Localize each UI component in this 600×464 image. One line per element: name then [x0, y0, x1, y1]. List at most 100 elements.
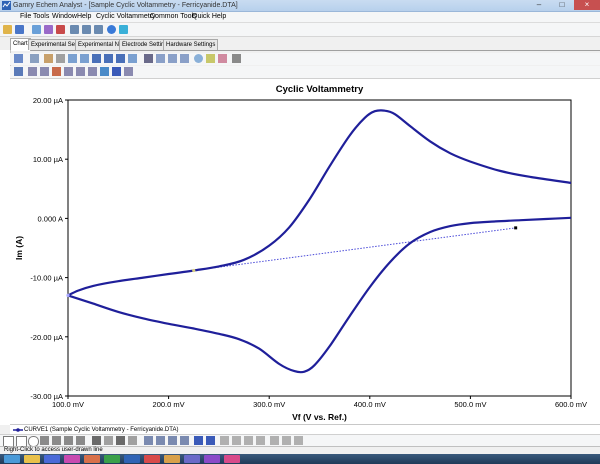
tool-taskbar-icon[interactable] — [204, 455, 220, 463]
data-icon[interactable] — [64, 67, 73, 76]
format-shape-icon[interactable] — [232, 436, 241, 445]
polyline-icon[interactable] — [76, 436, 85, 445]
save-icon[interactable] — [15, 25, 24, 34]
options-icon[interactable] — [124, 67, 133, 76]
move-icon[interactable] — [156, 54, 165, 63]
y-tick-label: 0.000 A — [38, 214, 63, 223]
curve-start-marker — [66, 293, 70, 297]
help-icon[interactable] — [107, 25, 116, 34]
cross-icon[interactable] — [40, 67, 49, 76]
excel-icon[interactable] — [104, 455, 120, 463]
format-icon[interactable] — [44, 54, 53, 63]
chart-title: Cyclic Voltammetry — [276, 84, 364, 95]
view-grid-icon[interactable] — [104, 54, 113, 63]
select-icon[interactable] — [100, 67, 109, 76]
menu-help[interactable]: Help — [77, 12, 91, 22]
chevron-down-icon[interactable] — [56, 54, 65, 63]
print-icon[interactable] — [44, 25, 53, 34]
menu-tools[interactable]: Tools — [33, 12, 49, 22]
axis-options-icon[interactable] — [30, 54, 39, 63]
tab-hardware-settings[interactable]: Hardware Settings — [163, 39, 219, 50]
whats-this-icon[interactable] — [119, 25, 128, 34]
menu-quick-help[interactable]: Quick Help — [192, 12, 226, 22]
zoom-box-icon[interactable] — [206, 54, 215, 63]
explorer-icon[interactable] — [24, 455, 40, 463]
powerpoint-icon[interactable] — [84, 455, 100, 463]
chart-area[interactable]: Cyclic Voltammetry 20.00 µA 10.00 µA 0.000 … — [10, 79, 600, 424]
bring-front-icon[interactable] — [156, 436, 165, 445]
copy-shape-icon[interactable] — [282, 436, 291, 445]
pan-icon[interactable] — [168, 54, 177, 63]
rotate-icon[interactable] — [244, 436, 253, 445]
align-icon[interactable] — [144, 436, 153, 445]
cursor-icon[interactable] — [28, 67, 37, 76]
edit-icon[interactable] — [220, 436, 229, 445]
marker-icon[interactable] — [52, 67, 61, 76]
flip-icon[interactable] — [256, 436, 265, 445]
view-table-icon[interactable] — [128, 54, 137, 63]
lock-icon[interactable] — [270, 436, 279, 445]
app-icon — [2, 1, 11, 10]
grid-snap-icon[interactable] — [206, 436, 215, 445]
print-chart-icon[interactable] — [144, 54, 153, 63]
delete-shape-icon[interactable] — [294, 436, 303, 445]
copy-chart-icon[interactable] — [14, 54, 23, 63]
tool-icon[interactable] — [232, 54, 241, 63]
chevron-down-icon[interactable] — [104, 436, 113, 445]
title-bar[interactable]: Gamry Echem Analyst - [Sample Cyclic Vol… — [0, 0, 600, 12]
menu-bar: File Tools Window Help Cyclic Voltammetr… — [0, 12, 600, 23]
tile-horizontal-icon[interactable] — [70, 25, 79, 34]
fill-color-icon[interactable] — [116, 436, 125, 445]
group-icon[interactable] — [180, 436, 189, 445]
other-taskbar-icon[interactable] — [224, 455, 240, 463]
menu-cyclic-voltammetry[interactable]: Cyclic Voltammetry — [96, 12, 156, 22]
menu-common-tools[interactable]: Common Tools — [150, 12, 197, 22]
chevron-down-icon[interactable] — [128, 436, 137, 445]
zoom-reset-icon[interactable] — [218, 54, 227, 63]
send-back-icon[interactable] — [168, 436, 177, 445]
grid-select-icon[interactable] — [194, 436, 203, 445]
view-mode-icon[interactable] — [92, 54, 101, 63]
y-tick-label: 10.00 µA — [33, 155, 63, 164]
chart-toolbar-1 — [10, 53, 600, 65]
line-style-icon[interactable] — [92, 436, 101, 445]
cyclic-voltammetry-chart[interactable]: Cyclic Voltammetry 20.00 µA 10.00 µA 0.000 … — [10, 79, 600, 424]
menu-window[interactable]: Window — [52, 12, 77, 22]
media-icon[interactable] — [184, 455, 200, 463]
settings-icon[interactable] — [180, 54, 189, 63]
close-button[interactable]: × — [574, 0, 600, 10]
page-copy-icon[interactable] — [80, 54, 89, 63]
cascade-icon[interactable] — [94, 25, 103, 34]
view-overlay-icon[interactable] — [116, 54, 125, 63]
minimize-button[interactable]: – — [528, 0, 550, 10]
window-title: Gamry Echem Analyst - [Sample Cyclic Vol… — [13, 2, 238, 9]
start-icon[interactable] — [4, 455, 20, 463]
text-box-icon[interactable] — [40, 436, 49, 445]
app-taskbar-icon[interactable] — [144, 455, 160, 463]
onenote-icon[interactable] — [64, 455, 80, 463]
fit-icon[interactable] — [76, 67, 85, 76]
y-tick-label: -20.00 µA — [30, 333, 63, 342]
save-chart-icon[interactable] — [112, 67, 121, 76]
x-tick-label: 300.0 mV — [253, 400, 285, 409]
zoom-icon[interactable] — [194, 54, 203, 63]
menu-file[interactable]: File — [20, 12, 31, 22]
axis-icon[interactable] — [14, 67, 23, 76]
user-line-end-marker[interactable] — [514, 226, 518, 230]
word-icon[interactable] — [44, 455, 60, 463]
tile-vertical-icon[interactable] — [82, 25, 91, 34]
page-icon[interactable] — [68, 54, 77, 63]
export-icon[interactable] — [32, 25, 41, 34]
line-icon[interactable] — [52, 436, 61, 445]
maximize-button[interactable]: □ — [551, 0, 573, 10]
browser-icon[interactable] — [164, 455, 180, 463]
user-line-start-marker[interactable] — [192, 268, 196, 273]
x-tick-label: 500.0 mV — [454, 400, 486, 409]
gamry-taskbar-icon[interactable] — [124, 455, 140, 463]
report-icon[interactable] — [56, 25, 65, 34]
arrow-icon[interactable] — [64, 436, 73, 445]
main-toolbar — [0, 23, 600, 37]
scale-icon[interactable] — [88, 67, 97, 76]
taskbar — [0, 454, 600, 464]
open-folder-icon[interactable] — [3, 25, 12, 34]
